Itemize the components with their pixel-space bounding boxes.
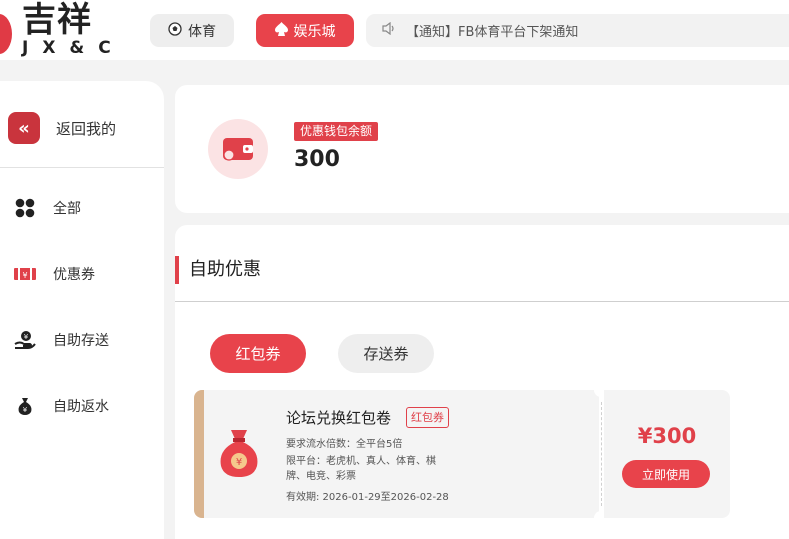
svg-text:¥: ¥: [236, 457, 242, 468]
coupon-validity: 有效期: 2026-01-29至2026-02-28: [286, 492, 449, 503]
coupon-stub: ¥300 立即使用: [604, 390, 730, 518]
logo-chinese-text: 吉祥: [22, 0, 92, 40]
soccer-ball-icon: [168, 21, 182, 40]
notice-text: 【通知】FB体育平台下架通知: [406, 25, 579, 40]
section-title: 自助优惠: [175, 256, 261, 284]
sidebar-item-label: 自助返水: [53, 399, 109, 415]
grid-icon: [14, 197, 36, 219]
svg-text:¥: ¥: [23, 406, 28, 414]
sidebar: « 返回我的 全部 ¥ 优惠券 ¥ 自助存送 ¥ 自助返水: [0, 81, 164, 539]
coupon-amount: ¥300: [637, 424, 697, 448]
balance-label: 优惠钱包余额: [294, 122, 379, 141]
rebate-bag-icon: ¥: [14, 395, 36, 417]
coupon-requirement: 要求流水倍数：全平台5倍: [286, 439, 403, 450]
balance-card: 优惠钱包余额 300: [175, 85, 789, 213]
sidebar-item-all[interactable]: 全部: [0, 188, 164, 228]
coupon-dashed-divider: [601, 402, 602, 506]
balance-value: 300: [294, 147, 340, 172]
sidebar-item-label: 自助存送: [53, 333, 109, 349]
logo-english-text: JX&C: [22, 38, 125, 58]
sidebar-item-self-deposit[interactable]: ¥ 自助存送: [0, 320, 164, 360]
nav-sports-label: 体育: [188, 23, 216, 40]
spade-icon: [274, 21, 288, 40]
nav-sports-button[interactable]: 体育: [150, 14, 234, 47]
speaker-icon: [382, 21, 396, 39]
sidebar-item-label: 优惠券: [53, 267, 95, 283]
main-panel: 自助优惠 红包券 存送券 ¥ 论坛兑换红包卷 红包券 要求流水倍数：全平台5倍 …: [175, 225, 789, 539]
coupon-strip: [194, 390, 204, 518]
money-bag-icon: ¥: [216, 428, 262, 482]
deposit-hand-icon: ¥: [14, 329, 36, 351]
wallet-icon: [208, 119, 268, 179]
nav-casino-button[interactable]: 娱乐城: [256, 14, 354, 47]
nav-casino-label: 娱乐城: [293, 23, 336, 40]
logo-emblem: [0, 14, 12, 54]
logo[interactable]: 吉祥 JX&C: [0, 0, 130, 58]
coupon-card: ¥ 论坛兑换红包卷 红包券 要求流水倍数：全平台5倍 限平台：老虎机、真人、体育…: [194, 383, 730, 525]
sidebar-item-label: 全部: [53, 201, 81, 217]
ticket-icon: ¥: [14, 263, 36, 285]
back-label: 返回我的: [56, 120, 117, 138]
notice-bar[interactable]: 【通知】FB体育平台下架通知: [366, 14, 789, 47]
use-now-button[interactable]: 立即使用: [622, 460, 710, 488]
back-row[interactable]: « 返回我的: [0, 81, 164, 168]
coupon-title: 论坛兑换红包卷: [286, 409, 392, 427]
coupon-platform: 限平台：老虎机、真人、体育、棋牌、电竞、彩票: [286, 456, 436, 482]
svg-text:¥: ¥: [22, 271, 27, 280]
double-chevron-left-icon[interactable]: «: [8, 112, 40, 144]
coupon-body: ¥ 论坛兑换红包卷 红包券 要求流水倍数：全平台5倍 限平台：老虎机、真人、体育…: [194, 390, 599, 518]
sidebar-item-self-rebate[interactable]: ¥ 自助返水: [0, 386, 164, 426]
svg-text:¥: ¥: [24, 333, 29, 341]
tab-deposit-bonus[interactable]: 存送券: [338, 334, 434, 373]
sidebar-item-coupons[interactable]: ¥ 优惠券: [0, 254, 164, 294]
section-divider: [175, 301, 789, 302]
top-bar: 吉祥 JX&C 体育 娱乐城 【通知】FB体育平台下架通知: [0, 0, 789, 60]
tab-red-packet[interactable]: 红包券: [210, 334, 306, 373]
coupon-type-tag: 红包券: [406, 407, 449, 428]
